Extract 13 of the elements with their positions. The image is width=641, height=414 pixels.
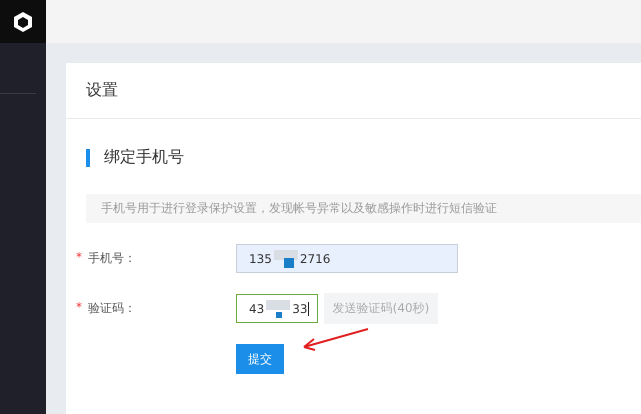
section-title: 绑定手机号 [104, 147, 184, 168]
code-field[interactable]: 43 33 [236, 294, 318, 323]
phone-field[interactable]: 135 2716 [236, 244, 458, 273]
field-label: 手机号： [88, 250, 136, 267]
notice-text: 手机号用于进行登录保护设置，发现帐号异常以及敏感操作时进行短信验证 [86, 194, 641, 223]
section-marker [86, 148, 90, 166]
field-label: 验证码： [88, 300, 136, 317]
required-mark: * [76, 250, 82, 266]
logo-icon [12, 10, 34, 32]
redaction-mark [274, 250, 298, 268]
card-title: 设置 [66, 63, 641, 119]
redaction-mark [266, 300, 290, 318]
required-mark: * [76, 300, 82, 316]
